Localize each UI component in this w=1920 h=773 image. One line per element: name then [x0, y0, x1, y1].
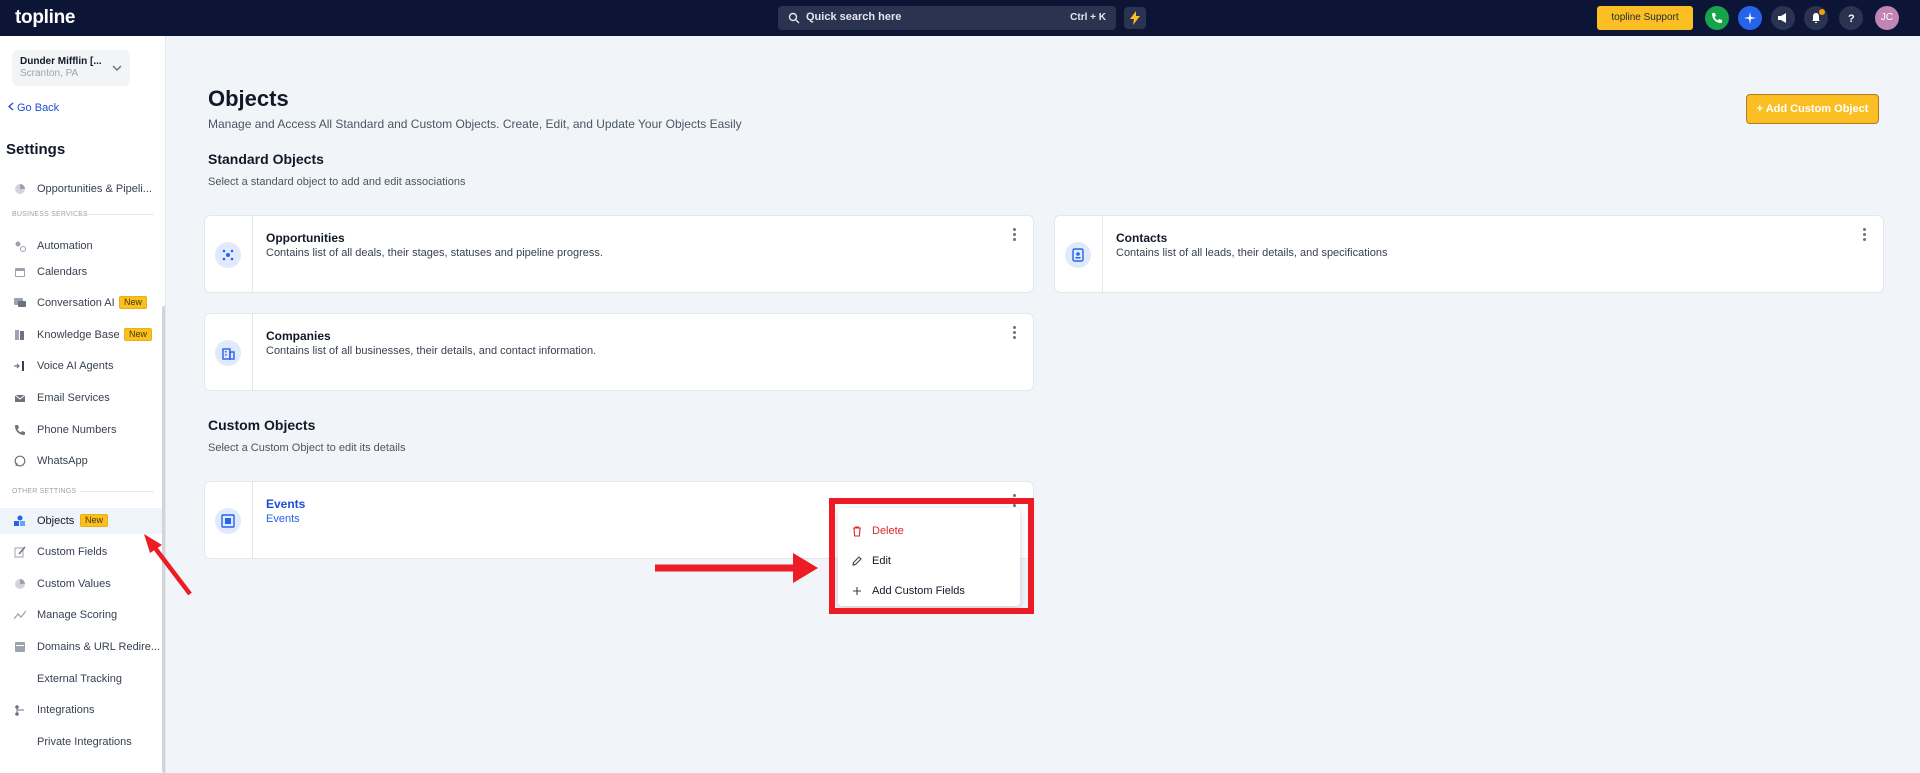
annotation-arrow-objects [144, 534, 192, 596]
annotation-arrow-right [655, 553, 818, 583]
annotation-arrows [144, 534, 818, 596]
